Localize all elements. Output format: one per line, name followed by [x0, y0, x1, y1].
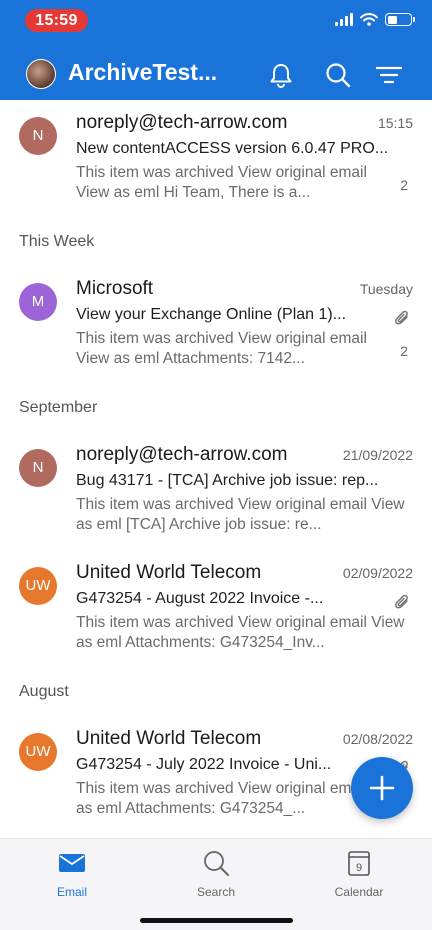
plus-icon — [369, 775, 395, 801]
section-header-september: September — [19, 399, 98, 416]
thread-count: 2 — [400, 343, 408, 359]
message-preview: This item was archived View original ema… — [76, 614, 405, 651]
mail-icon — [59, 854, 85, 872]
sender-name: United World Telecom — [76, 562, 262, 583]
message-preview: This item was archived View original ema… — [76, 330, 367, 367]
sender-name: United World Telecom — [76, 728, 262, 749]
tab-calendar-label: Calendar — [334, 885, 384, 899]
tab-search-label: Search — [196, 885, 236, 899]
search-icon[interactable] — [323, 60, 353, 90]
tab-search[interactable]: Search — [166, 849, 266, 899]
message-date: 02/09/2022 — [342, 565, 413, 581]
message-item[interactable]: M Microsoft Tuesday View your Exchange O… — [0, 266, 432, 376]
message-subject: View your Exchange Online (Plan 1)... — [76, 306, 347, 323]
cellular-signal-icon — [335, 13, 353, 26]
sender-avatar: N — [19, 117, 57, 155]
thread-count: 2 — [400, 177, 408, 193]
calendar-icon: 9 — [348, 851, 370, 876]
wifi-icon — [360, 13, 378, 26]
message-date: 21/09/2022 — [342, 447, 413, 463]
bell-icon[interactable] — [266, 60, 296, 90]
account-avatar[interactable] — [26, 59, 56, 89]
home-indicator — [140, 918, 293, 923]
bottom-tab-bar: Email Search 9 Calendar — [0, 838, 432, 930]
tab-email[interactable]: Email — [22, 849, 122, 899]
section-header-this-week: This Week — [19, 233, 95, 250]
filter-icon[interactable] — [374, 60, 404, 90]
sender-avatar: UW — [19, 733, 57, 771]
message-item[interactable]: N noreply@tech-arrow.com 15:15 New conte… — [0, 100, 432, 210]
tab-calendar[interactable]: 9 Calendar — [309, 849, 409, 899]
message-date: 02/08/2022 — [342, 731, 413, 747]
mailbox-title[interactable]: ArchiveTest... — [68, 59, 217, 86]
search-icon — [204, 851, 229, 876]
message-list[interactable]: N noreply@tech-arrow.com 15:15 New conte… — [0, 100, 432, 838]
message-subject: G473254 - August 2022 Invoice -... — [76, 590, 324, 607]
sender-avatar: M — [19, 283, 57, 321]
section-header-august: August — [19, 683, 69, 700]
sender-avatar: UW — [19, 567, 57, 605]
message-subject: New contentACCESS version 6.0.47 PRO... — [76, 140, 389, 157]
status-icons — [335, 13, 415, 26]
sender-name: Microsoft — [76, 278, 154, 299]
status-bar: 15:59 — [0, 0, 432, 44]
paperclip-icon — [395, 594, 408, 609]
battery-icon — [385, 13, 415, 26]
message-preview: This item was archived View original ema… — [76, 164, 367, 201]
status-time: 15:59 — [25, 9, 88, 32]
sender-avatar: N — [19, 449, 57, 487]
tab-email-label: Email — [56, 885, 87, 899]
sender-name: noreply@tech-arrow.com — [76, 444, 288, 465]
app-header: 15:59 ArchiveTest... — [0, 0, 432, 100]
paperclip-icon — [395, 310, 408, 325]
message-subject: G473254 - July 2022 Invoice - Uni... — [76, 756, 332, 773]
message-preview: This item was archived View original ema… — [76, 496, 405, 533]
compose-button[interactable] — [351, 757, 413, 819]
message-date: 15:15 — [377, 115, 413, 131]
calendar-day-number: 9 — [356, 862, 362, 874]
sender-name: noreply@tech-arrow.com — [76, 112, 288, 133]
app-bar: ArchiveTest... — [0, 50, 432, 100]
message-date: Tuesday — [359, 281, 413, 297]
message-item[interactable]: N noreply@tech-arrow.com 21/09/2022 Bug … — [0, 432, 432, 542]
message-subject: Bug 43171 - [TCA] Archive job issue: rep… — [76, 472, 379, 489]
message-item[interactable]: UW United World Telecom 02/09/2022 G4732… — [0, 550, 432, 660]
